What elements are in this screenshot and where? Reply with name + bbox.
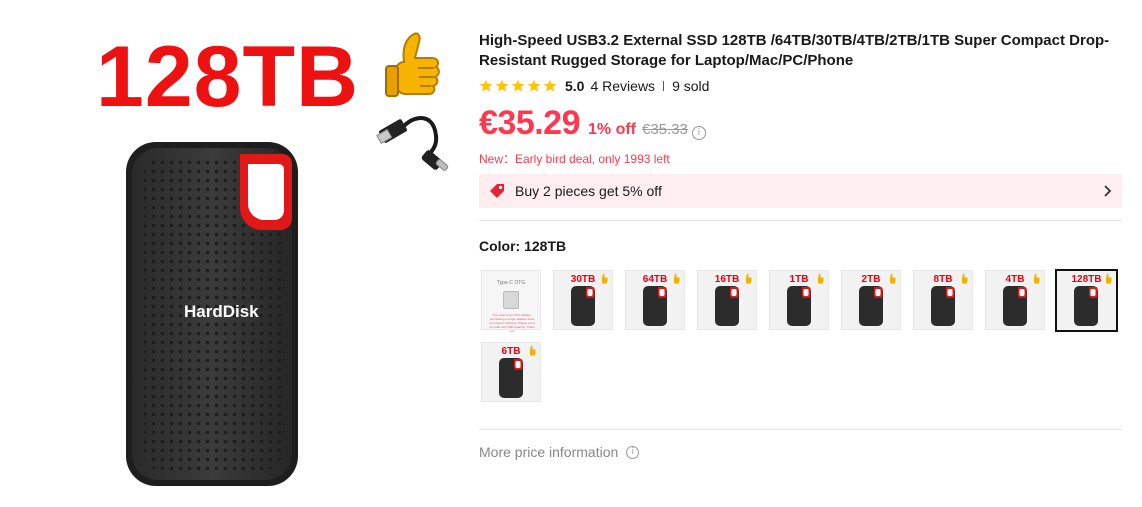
- rating-value: 5.0: [565, 78, 585, 94]
- tag-icon: [490, 184, 504, 198]
- star-icon: [511, 79, 525, 92]
- ssd-thumbnail: [571, 286, 595, 326]
- bundle-promo-bar[interactable]: Buy 2 pieces get 5% off: [479, 174, 1122, 208]
- chevron-right-icon: [1104, 185, 1112, 197]
- ssd-thumbnail: [643, 286, 667, 326]
- promo-text: Buy 2 pieces get 5% off: [515, 183, 662, 199]
- star-rating: [479, 79, 557, 93]
- capacity-headline: 128TB: [96, 29, 360, 125]
- color-option[interactable]: 8TB: [913, 270, 973, 330]
- ssd-thumbnail: [715, 286, 739, 326]
- thumbs-up-icon: [1106, 273, 1112, 284]
- color-option[interactable]: 1TB: [769, 270, 829, 330]
- price-row: €35.29 1% off €35.33 i: [479, 104, 706, 143]
- product-title: High-Speed USB3.2 External SSD 128TB /64…: [479, 32, 1110, 69]
- color-option[interactable]: 30TB: [553, 270, 613, 330]
- color-option[interactable]: 64TB: [625, 270, 685, 330]
- current-price: €35.29: [479, 104, 581, 142]
- color-option[interactable]: 6TB: [481, 342, 541, 402]
- ssd-thumbnail: [859, 286, 883, 326]
- color-option[interactable]: 16TB: [697, 270, 757, 330]
- ssd-product-photo: HardDisk: [126, 142, 298, 486]
- rating-row: 5.0 4 Reviews 9 sold: [479, 76, 709, 96]
- star-icon: [543, 79, 557, 92]
- price-info-icon[interactable]: i: [691, 126, 706, 140]
- brand-label: HardDisk: [184, 302, 259, 321]
- color-option-otg-adapter[interactable]: Type-C OTG The order is an OTG adapter, …: [481, 270, 541, 333]
- usb-cable-icon: [376, 116, 449, 171]
- thumbs-up-icon: [674, 273, 680, 284]
- sold-count: 9 sold: [672, 78, 710, 94]
- reviews-link[interactable]: 4 Reviews: [590, 78, 655, 94]
- more-price-information-link[interactable]: More price information i: [479, 444, 640, 460]
- otg-title: Type-C OTG: [496, 280, 526, 286]
- thumbs-up-icon: [602, 273, 608, 284]
- ssd-thumbnail: [1074, 286, 1098, 326]
- original-price: €35.33: [642, 121, 688, 138]
- color-selected-label: Color: 128TB: [479, 238, 567, 254]
- ssd-thumbnail: [1003, 286, 1027, 326]
- thumbs-up-icon: [818, 273, 824, 284]
- star-icon: [479, 79, 493, 92]
- star-icon: [495, 79, 509, 92]
- thumbs-up-icon: [890, 273, 896, 284]
- otg-note: The order is an OTG adapter, purchasing …: [489, 313, 535, 333]
- info-icon: i: [626, 445, 640, 459]
- early-bird-deal: New：Early bird deal, only 1993 left: [479, 152, 670, 166]
- separator: [663, 81, 665, 91]
- divider: [479, 220, 1122, 221]
- color-option-selected[interactable]: 128TB: [1055, 269, 1118, 332]
- thumbs-up-icon: [1034, 273, 1040, 284]
- more-price-label: More price information: [479, 444, 619, 460]
- thumbs-up-icon: [962, 273, 968, 284]
- divider: [479, 429, 1122, 430]
- thumbs-up-icon: [746, 273, 752, 284]
- discount-badge: 1% off: [588, 121, 636, 138]
- color-option[interactable]: 2TB: [841, 270, 901, 330]
- star-icon: [527, 79, 541, 92]
- ssd-thumbnail: [499, 358, 523, 398]
- color-option[interactable]: 4TB: [985, 270, 1045, 330]
- ssd-thumbnail: [787, 286, 811, 326]
- thumbs-up-icon: [530, 345, 536, 356]
- otg-adapter-image: [503, 291, 519, 309]
- product-main-image[interactable]: 128TB HardDisk: [0, 0, 470, 507]
- ssd-thumbnail: [931, 286, 955, 326]
